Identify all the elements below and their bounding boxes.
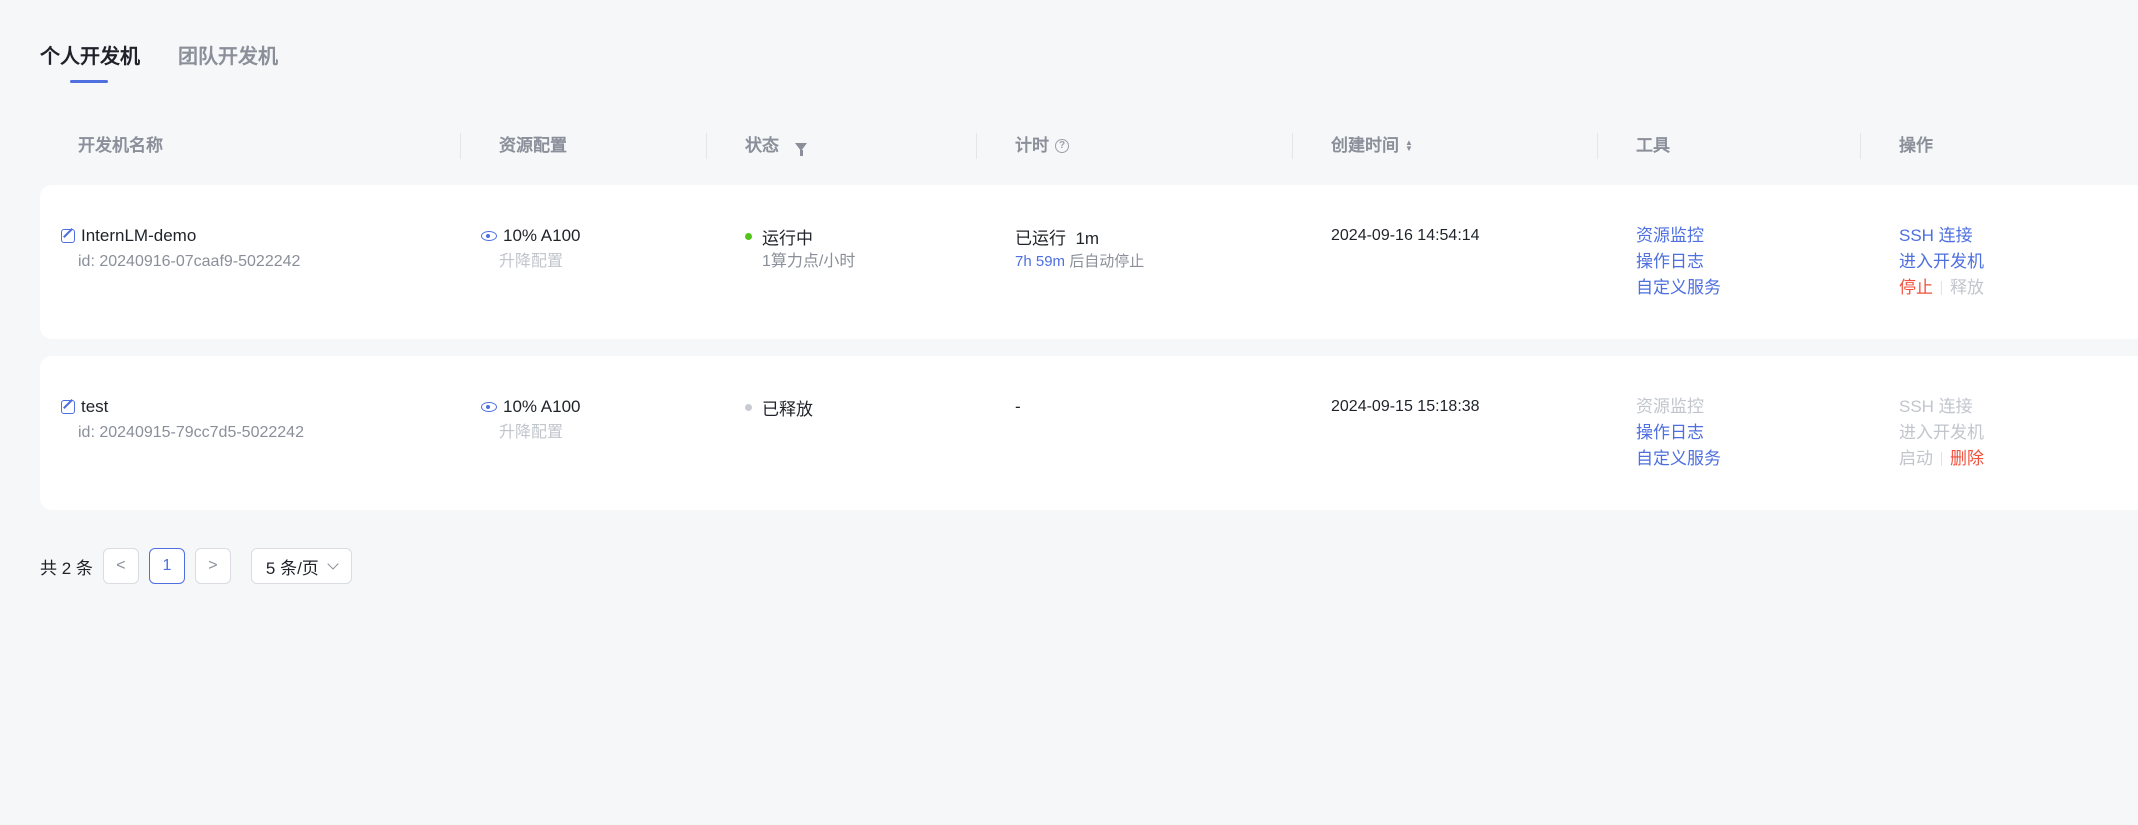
resize-config-link[interactable]: 升降配置 (481, 420, 581, 446)
status-cell: 运行中 1算力点/小时 (745, 223, 855, 275)
resource-cell: 10% A100 升降配置 (481, 223, 581, 275)
machine-name: test (81, 397, 109, 416)
status-cost: 1算力点/小时 (762, 253, 856, 270)
created-cell: 2024-09-15 15:18:38 (1331, 394, 1480, 420)
machine-name: InternLM-demo (81, 226, 197, 245)
column-divider (706, 133, 707, 159)
machine-id: id: 20240915-79cc7d5-5022242 (78, 424, 304, 441)
eye-icon[interactable] (481, 402, 497, 412)
machine-name-cell: InternLM-demo id: 20240916-07caaf9-50222… (61, 223, 300, 275)
timer-cell: - (1015, 394, 1021, 420)
created-cell: 2024-09-16 14:54:14 (1331, 223, 1480, 249)
custom-service-link[interactable]: 自定义服务 (1636, 446, 1721, 472)
timer-text: 已运行 1m (1015, 228, 1100, 248)
machine-id: id: 20240916-07caaf9-5022242 (78, 253, 301, 270)
resource-monitor-link[interactable]: 资源监控 (1636, 223, 1721, 249)
start-button[interactable]: 启动 (1899, 446, 1933, 472)
prev-page-button[interactable]: < (102, 548, 139, 584)
actions-cell: SSH 连接 进入开发机 停止 释放 (1899, 223, 1984, 301)
column-header-status: 状态 (745, 128, 807, 164)
release-button[interactable]: 释放 (1950, 275, 1984, 301)
enter-machine-link[interactable]: 进入开发机 (1899, 249, 1984, 275)
resource-spec: 10% A100 (503, 226, 581, 245)
column-divider (1860, 133, 1861, 159)
page-size-select[interactable]: 5 条/页 (250, 548, 352, 584)
resource-cell: 10% A100 升降配置 (481, 394, 581, 446)
column-divider (460, 133, 461, 159)
tools-cell: 资源监控 操作日志 自定义服务 (1636, 394, 1721, 472)
filter-icon[interactable] (795, 143, 807, 156)
timer-suffix: 后自动停止 (1069, 253, 1145, 270)
ssh-connect-link[interactable]: SSH 连接 (1899, 223, 1984, 249)
sort-icon[interactable]: ▲ ▼ (1405, 139, 1413, 153)
column-header-created: 创建时间 ▲ ▼ (1331, 136, 1413, 155)
column-divider (1597, 133, 1598, 159)
column-header-actions: 操作 (1899, 136, 1933, 155)
machine-name-cell: test id: 20240915-79cc7d5-5022242 (61, 394, 304, 446)
status-cell: 已释放 (745, 394, 813, 420)
enter-machine-link[interactable]: 进入开发机 (1899, 420, 1984, 446)
custom-service-link[interactable]: 自定义服务 (1636, 275, 1721, 301)
resource-monitor-link[interactable]: 资源监控 (1636, 394, 1721, 420)
operation-log-link[interactable]: 操作日志 (1636, 249, 1721, 275)
pagination: 共 2 条 < 1 > 5 条/页 (40, 548, 352, 584)
total-count: 共 2 条 (40, 558, 93, 578)
timer-text: - (1015, 397, 1021, 416)
tab-team[interactable]: 团队开发机 (178, 40, 278, 83)
column-header-name: 开发机名称 (78, 136, 163, 155)
table-row: InternLM-demo id: 20240916-07caaf9-50222… (40, 185, 2138, 339)
page-button[interactable]: 1 (148, 548, 185, 584)
stop-button[interactable]: 停止 (1899, 275, 1933, 301)
chevron-down-icon (327, 558, 339, 570)
eye-icon[interactable] (481, 231, 497, 241)
column-header-timer: 计时 ? (1015, 128, 1069, 164)
divider (1941, 281, 1942, 295)
dev-machine-page: 个人开发机 团队开发机 开发机名称 资源配置 状态 计时 ? 创建时间 ▲ ▼ 工… (0, 0, 2138, 825)
tab-bar: 个人开发机 团队开发机 (40, 40, 278, 83)
edit-icon[interactable] (61, 229, 75, 243)
table-row: test id: 20240915-79cc7d5-5022242 10% A1… (40, 356, 2138, 510)
table-header: 开发机名称 资源配置 状态 计时 ? 创建时间 ▲ ▼ 工具 操作 (40, 128, 2138, 164)
created-time: 2024-09-15 15:18:38 (1331, 398, 1480, 415)
status-text: 已释放 (762, 399, 813, 419)
actions-cell: SSH 连接 进入开发机 启动 删除 (1899, 394, 1984, 472)
column-header-resource: 资源配置 (499, 136, 567, 155)
edit-icon[interactable] (61, 400, 75, 414)
page-size-value: 5 条/页 (265, 558, 319, 578)
divider (1941, 452, 1942, 466)
column-header-tools: 工具 (1636, 136, 1670, 155)
column-divider (976, 133, 977, 159)
status-text: 运行中 (762, 228, 813, 248)
status-dot-icon (745, 403, 752, 411)
timer-remaining: 7h 59m (1015, 253, 1066, 270)
delete-button[interactable]: 删除 (1950, 446, 1984, 472)
status-dot-icon (745, 232, 752, 240)
help-icon[interactable]: ? (1055, 139, 1069, 153)
timer-cell: 已运行 1m 7h 59m 后自动停止 (1015, 223, 1144, 275)
tab-personal[interactable]: 个人开发机 (40, 40, 140, 83)
column-divider (1292, 133, 1293, 159)
operation-log-link[interactable]: 操作日志 (1636, 420, 1721, 446)
resize-config-link[interactable]: 升降配置 (481, 249, 581, 275)
tools-cell: 资源监控 操作日志 自定义服务 (1636, 223, 1721, 301)
ssh-connect-link[interactable]: SSH 连接 (1899, 394, 1984, 420)
next-page-button[interactable]: > (194, 548, 231, 584)
created-time: 2024-09-16 14:54:14 (1331, 227, 1480, 244)
resource-spec: 10% A100 (503, 397, 581, 416)
